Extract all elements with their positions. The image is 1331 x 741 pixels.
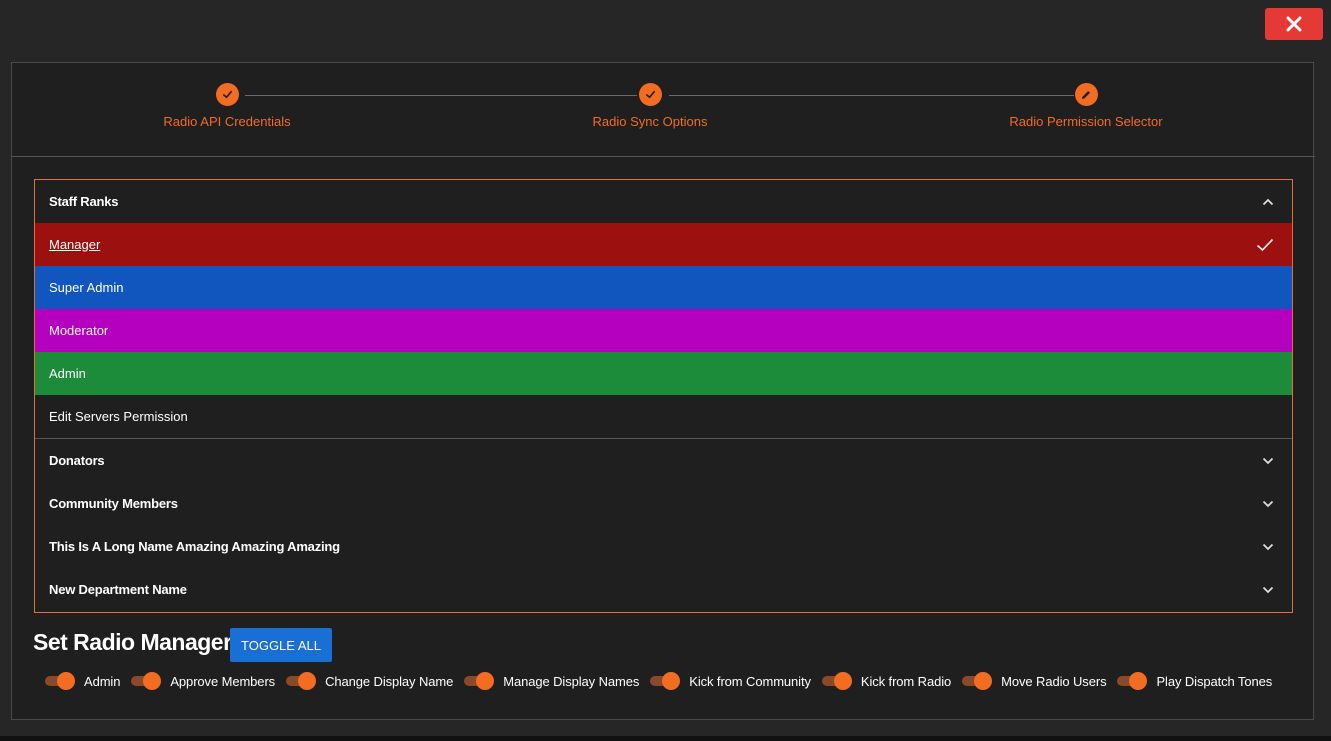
switch-knob xyxy=(1129,672,1148,690)
accordion-header-donators[interactable]: Donators xyxy=(35,439,1292,482)
accordion-header-new-department-name[interactable]: New Department Name xyxy=(35,568,1292,611)
accordion-header-label: This Is A Long Name Amazing Amazing Amaz… xyxy=(49,539,340,554)
rank-item-moderator[interactable]: Moderator xyxy=(35,309,1292,352)
permission-label: Change Display Name xyxy=(325,673,454,689)
rank-label: Super Admin xyxy=(49,280,124,295)
accordion-header-label: Community Members xyxy=(49,496,178,511)
accordion-header-community-members[interactable]: Community Members xyxy=(35,482,1292,525)
permission-label: Admin xyxy=(84,673,121,689)
switch-knob xyxy=(57,672,75,690)
permission-toggle-move-radio-users: Move Radio Users xyxy=(962,671,1107,691)
permission-label: Kick from Community xyxy=(689,673,811,689)
permission-toggles: Admin Approve Members Change Display Nam… xyxy=(45,671,1283,691)
toggle-switch[interactable] xyxy=(464,671,495,691)
chevron-down-icon xyxy=(1262,543,1274,550)
rank-label: Moderator xyxy=(49,323,109,338)
toggle-switch[interactable] xyxy=(962,671,993,691)
permission-wizard-panel: Radio API Credentials Radio Sync Options… xyxy=(11,62,1315,720)
permission-toggle-kick-from-community: Kick from Community xyxy=(650,671,811,691)
chevron-up-icon xyxy=(1262,198,1274,205)
switch-knob xyxy=(662,672,681,690)
close-button[interactable] xyxy=(1265,8,1323,40)
rank-item-manager[interactable]: Manager xyxy=(35,223,1292,266)
check-icon xyxy=(645,90,655,99)
permission-toggle-change-display-name: Change Display Name xyxy=(286,671,453,691)
accordion-header-label: Staff Ranks xyxy=(49,194,119,209)
rank-item-super-admin[interactable]: Super Admin xyxy=(35,266,1292,309)
step-label: Radio Sync Options xyxy=(592,114,708,129)
switch-knob xyxy=(974,672,993,690)
toggle-switch[interactable] xyxy=(131,671,162,691)
permission-toggle-manage-display-names: Manage Display Names xyxy=(464,671,639,691)
permission-label: Play Dispatch Tones xyxy=(1156,673,1273,689)
rank-accordion: Staff Ranks Manager Super Admin Moderato… xyxy=(34,179,1293,613)
rank-item-edit-servers-permission[interactable]: Edit Servers Permission xyxy=(35,395,1292,439)
switch-knob xyxy=(476,672,495,690)
step-active-marker xyxy=(1074,83,1098,106)
chevron-down-icon xyxy=(1262,586,1274,593)
permission-toggle-approve-members: Approve Members xyxy=(131,671,275,691)
accordion-header-label: New Department Name xyxy=(49,582,187,597)
permission-toggle-admin: Admin xyxy=(45,671,120,691)
toggle-all-button[interactable]: TOGGLE ALL xyxy=(230,628,332,662)
bottom-edge xyxy=(0,736,1331,741)
chevron-down-icon xyxy=(1262,457,1274,464)
rank-label: Admin xyxy=(49,366,86,381)
permission-label: Move Radio Users xyxy=(1001,673,1107,689)
toggle-switch[interactable] xyxy=(1117,671,1148,691)
permission-label: Approve Members xyxy=(170,673,276,689)
permission-toggle-kick-from-radio: Kick from Radio xyxy=(821,671,952,691)
permission-label: Manage Display Names xyxy=(503,673,640,689)
switch-knob xyxy=(298,672,317,690)
accordion-header-label: Donators xyxy=(49,453,105,468)
permission-label: Kick from Radio xyxy=(860,673,952,689)
toggle-switch[interactable] xyxy=(45,671,75,691)
switch-knob xyxy=(833,672,852,690)
step-complete-marker xyxy=(215,83,239,106)
accordion-header-long-name[interactable]: This Is A Long Name Amazing Amazing Amaz… xyxy=(35,525,1292,568)
step-label: Radio API Credentials xyxy=(163,114,291,129)
permission-toggle-play-dispatch-tones: Play Dispatch Tones xyxy=(1117,671,1272,691)
toggle-switch[interactable] xyxy=(286,671,317,691)
step-radio-api-credentials[interactable]: Radio API Credentials xyxy=(97,83,357,129)
section-title: Set Radio Manager xyxy=(33,629,232,655)
rank-item-admin[interactable]: Admin xyxy=(35,352,1292,395)
step-radio-sync-options[interactable]: Radio Sync Options xyxy=(520,83,780,129)
close-icon xyxy=(1286,16,1302,32)
step-radio-permission-selector[interactable]: Radio Permission Selector xyxy=(956,83,1216,129)
step-complete-marker xyxy=(638,83,662,106)
toggle-switch[interactable] xyxy=(821,671,852,691)
stepper: Radio API Credentials Radio Sync Options… xyxy=(12,63,1315,157)
step-label: Radio Permission Selector xyxy=(1009,114,1163,129)
pencil-icon xyxy=(1082,90,1090,99)
chevron-down-icon xyxy=(1262,500,1274,507)
switch-knob xyxy=(143,672,162,690)
toggle-switch[interactable] xyxy=(650,671,681,691)
rank-label: Edit Servers Permission xyxy=(49,409,188,424)
rank-label: Manager xyxy=(49,237,101,252)
check-icon xyxy=(222,90,232,99)
checkmark-icon xyxy=(1256,238,1274,251)
accordion-header-staff-ranks[interactable]: Staff Ranks xyxy=(35,180,1292,223)
